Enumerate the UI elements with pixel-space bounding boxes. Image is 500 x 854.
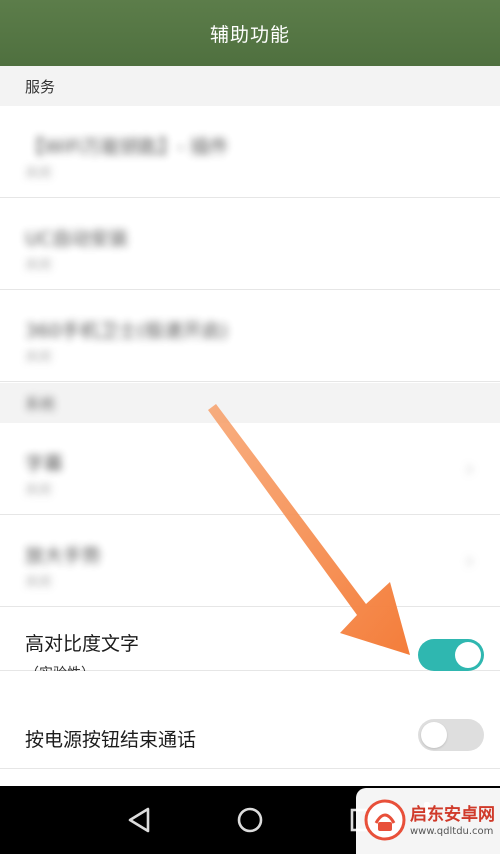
page-title: 辅助功能 <box>209 23 290 46</box>
system-item-status: 关闭 <box>25 483 52 498</box>
system-item-title: 字幕 <box>25 453 64 475</box>
system-item-status: 关闭 <box>25 575 52 590</box>
toggle-knob <box>455 642 481 668</box>
service-item-wifi-key[interactable]: 【WiFi万能钥匙】- 插件 关闭 <box>0 106 500 198</box>
service-item-status: 关闭 <box>25 350 52 365</box>
system-item-title: 放大手势 <box>25 545 102 567</box>
power-end-call-toggle[interactable] <box>418 719 484 751</box>
setting-power-ends-call[interactable]: 按电源按钮结束通话 <box>0 671 500 769</box>
chevron-right-icon: › <box>465 457 474 482</box>
watermark-url: www.qdltdu.com <box>410 826 494 837</box>
watermark-logo-icon <box>364 799 406 841</box>
service-item-status: 关闭 <box>25 166 52 181</box>
high-contrast-toggle[interactable] <box>418 639 484 671</box>
system-item-captions[interactable]: 字幕 关闭 › <box>0 423 500 515</box>
service-item-status: 关闭 <box>25 258 52 273</box>
watermark-name: 启东安卓网 <box>410 805 495 825</box>
section-label-system-text: 系统 <box>25 394 56 413</box>
toggle-knob <box>421 722 447 748</box>
setting-title: 按电源按钮结束通话 <box>25 729 197 751</box>
section-label-services-text: 服务 <box>25 77 56 96</box>
chevron-right-icon: › <box>465 549 474 574</box>
setting-title: 高对比度文字 <box>25 633 140 655</box>
service-item-title: 【WiFi万能钥匙】- 插件 <box>25 136 229 158</box>
watermark: 启东安卓网 www.qdltdu.com <box>356 788 500 854</box>
home-icon[interactable] <box>234 804 266 836</box>
app-header: 辅助功能 <box>0 0 500 66</box>
section-label-services: 服务 <box>0 66 500 106</box>
section-label-system: 系统 <box>0 383 500 423</box>
service-item-title: 360手机卫士(极速开启) <box>25 320 229 342</box>
back-icon[interactable] <box>124 804 156 836</box>
service-item-title: UC自动安装 <box>25 228 129 250</box>
setting-high-contrast-text[interactable]: 高对比度文字 （实验性） <box>0 607 500 682</box>
service-item-360-security[interactable]: 360手机卫士(极速开启) 关闭 <box>0 290 500 382</box>
service-item-uc-install[interactable]: UC自动安装 关闭 <box>0 198 500 290</box>
system-item-magnification[interactable]: 放大手势 关闭 › <box>0 515 500 607</box>
